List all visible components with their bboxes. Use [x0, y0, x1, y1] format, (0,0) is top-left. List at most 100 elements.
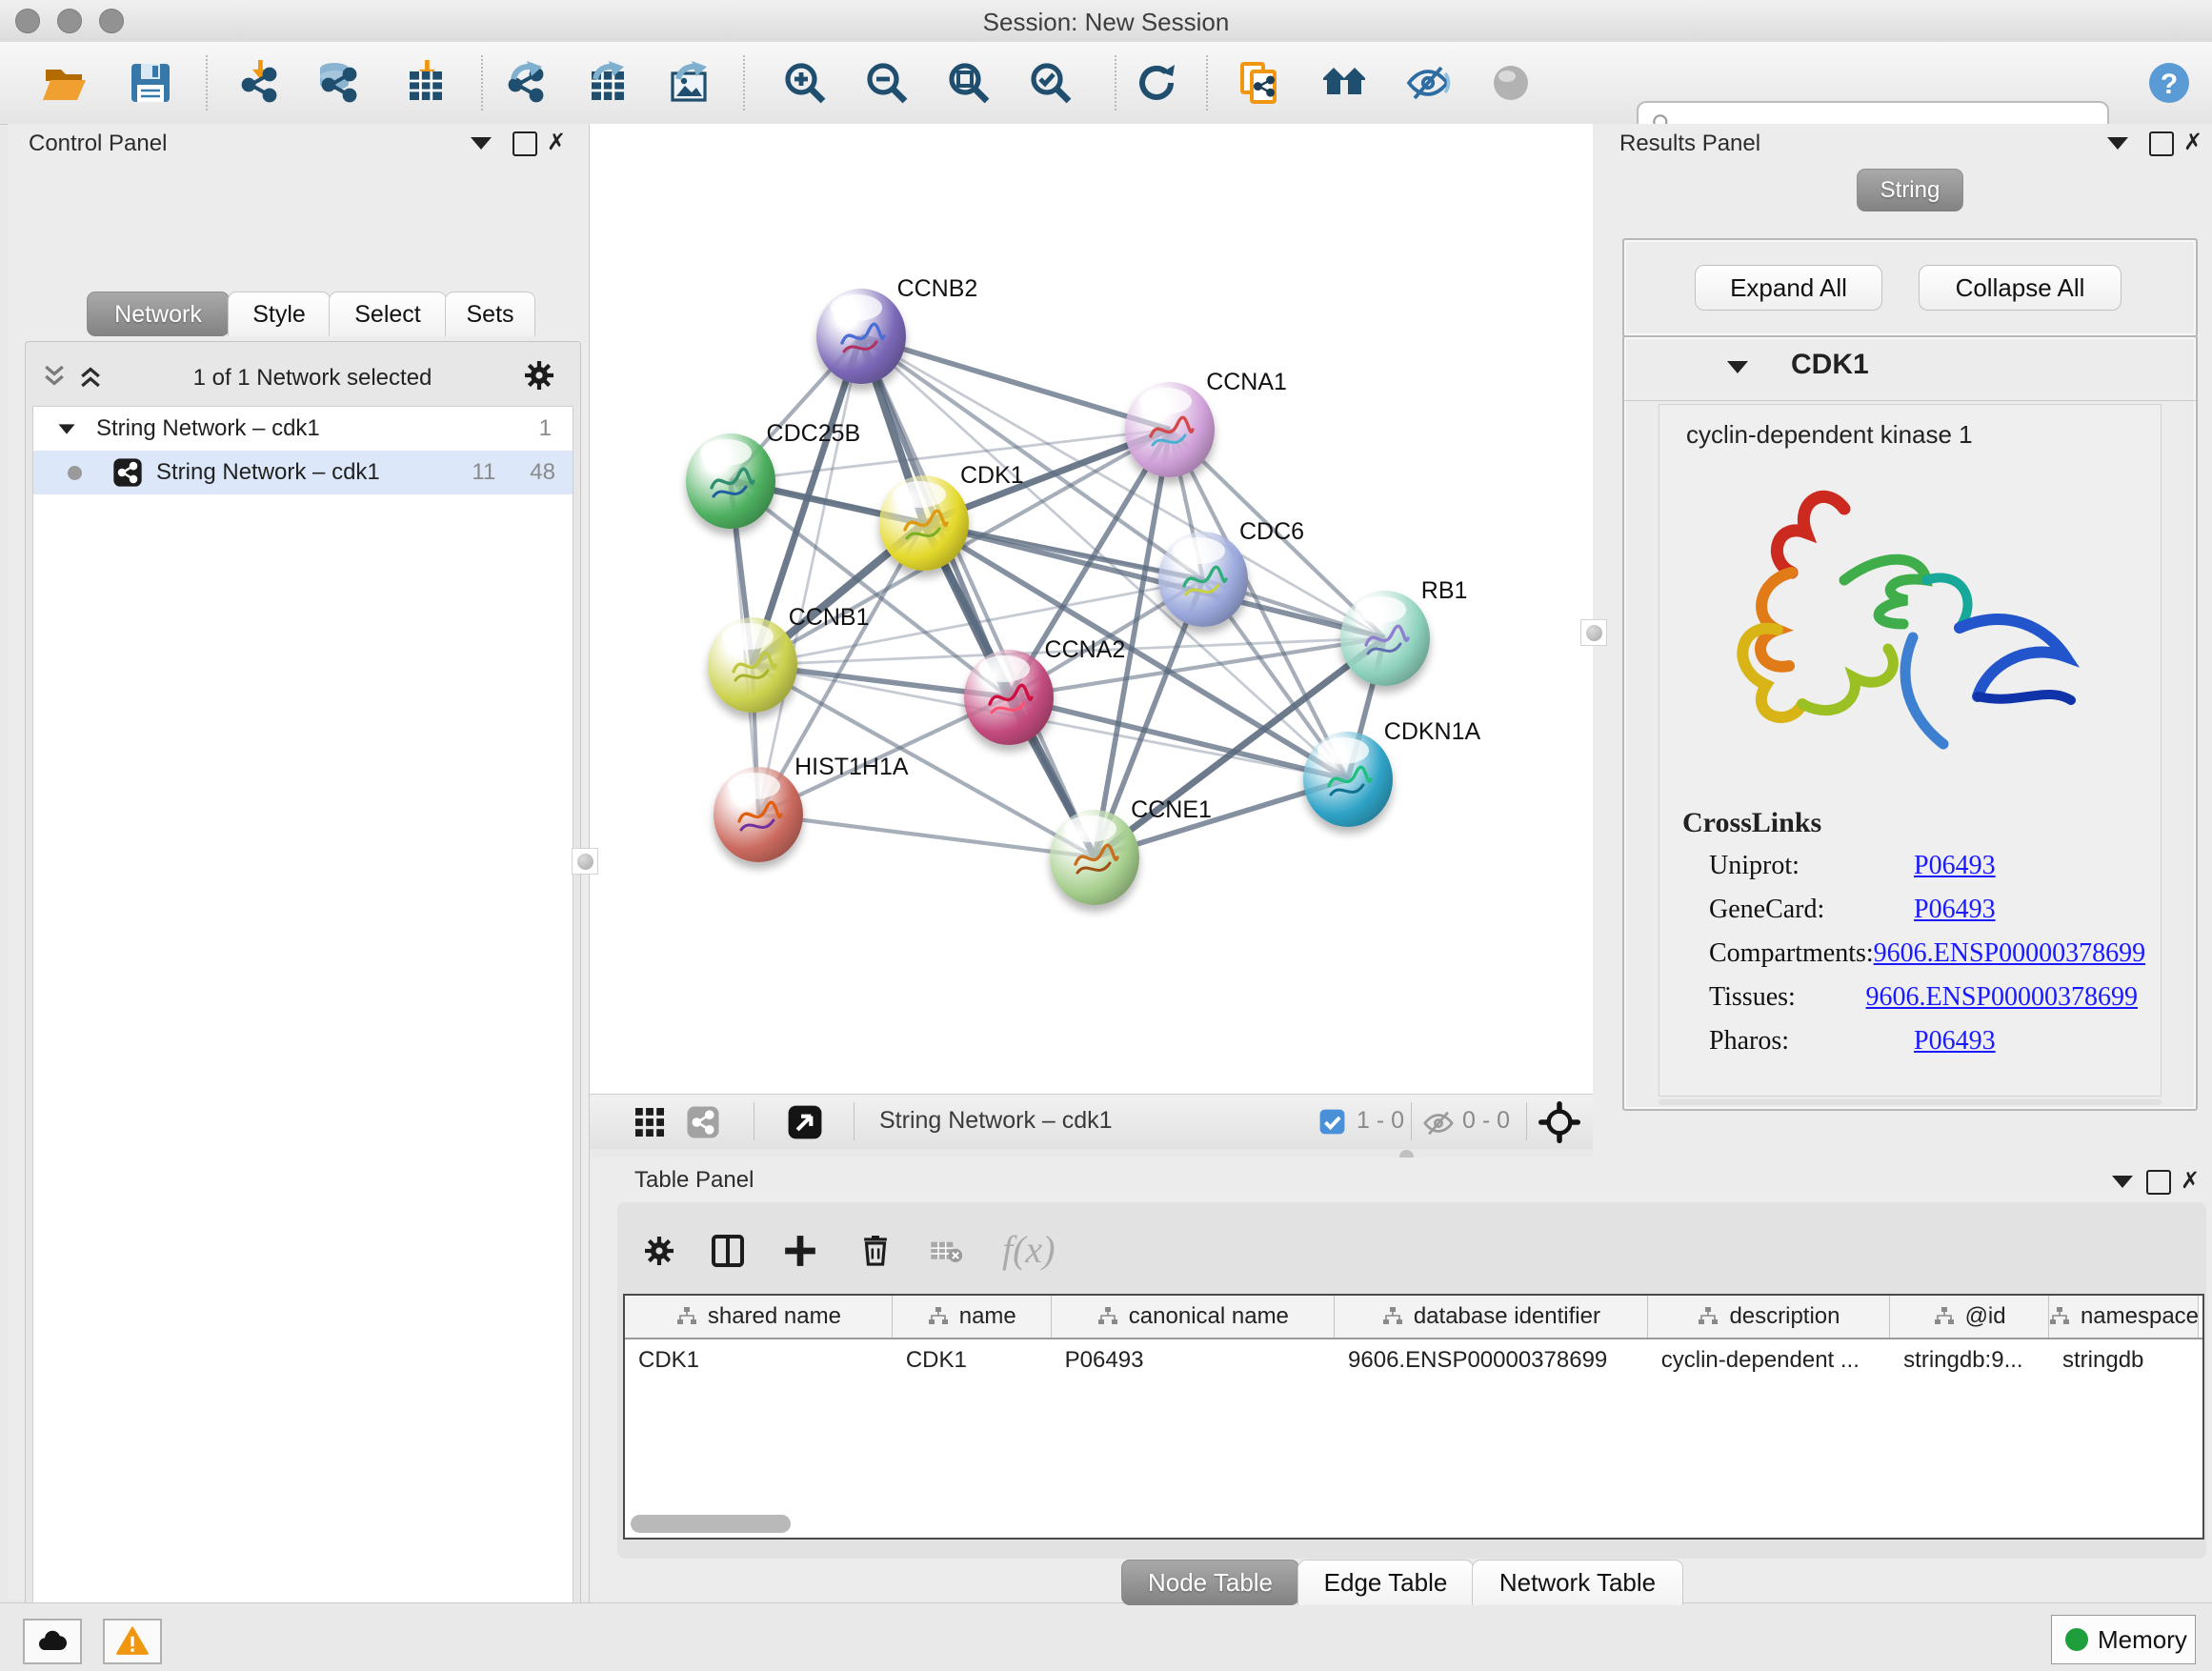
import-network-database-button[interactable]	[312, 56, 365, 110]
zoom-selected-button[interactable]	[1024, 56, 1077, 110]
crosslink-link[interactable]: 9606.ENSP00000378699	[1874, 938, 2145, 969]
attribute-type-icon	[675, 1305, 698, 1328]
tab-sets[interactable]: Sets	[445, 292, 535, 336]
node-CCNA1[interactable]	[1125, 382, 1215, 477]
table-cell[interactable]: P06493	[1052, 1339, 1335, 1381]
table-cell[interactable]: cyclin-dependent ...	[1648, 1339, 1890, 1381]
control-panel-float-button[interactable]	[471, 137, 492, 150]
node-CCNA2[interactable]	[964, 650, 1054, 745]
results-scrollbar[interactable]	[1659, 1099, 2162, 1105]
clone-network-icon	[1237, 60, 1282, 106]
crosslink-link[interactable]: 9606.ENSP00000378699	[1866, 982, 2138, 1013]
collection-expander-icon[interactable]	[58, 424, 74, 433]
application-window: Session: New Session ? Control Panel ✗ N…	[0, 0, 2212, 1671]
column-header--id[interactable]: @id	[1890, 1296, 2049, 1338]
node-HIST1H1A[interactable]	[714, 767, 803, 862]
collapse-all-button[interactable]: Collapse All	[1919, 265, 2122, 311]
column-header-description[interactable]: description	[1648, 1296, 1890, 1338]
table-panel-float-button[interactable]	[2112, 1176, 2133, 1188]
help-button[interactable]: ?	[2142, 56, 2196, 110]
protein-collapse-icon[interactable]	[1727, 361, 1748, 373]
table-cell[interactable]: 9606.ENSP00000378699	[1335, 1339, 1648, 1381]
birds-eye-view-icon[interactable]	[787, 1104, 823, 1140]
tab-select[interactable]: Select	[329, 292, 447, 336]
clone-network-button[interactable]	[1233, 56, 1286, 110]
export-network-button[interactable]	[498, 56, 552, 110]
table-cell[interactable]: stringdb:9...	[1890, 1339, 2049, 1381]
expand-all-chevron-icon[interactable]	[76, 362, 105, 391]
crosslink-link[interactable]: P06493	[1914, 1026, 1996, 1057]
cloud-status-button[interactable]	[23, 1619, 82, 1664]
delete-column-trash-icon[interactable]	[857, 1232, 894, 1268]
tab-node-table[interactable]: Node Table	[1121, 1560, 1299, 1605]
crosslink-row: GeneCard:P06493	[1709, 895, 2138, 938]
network-collection-row[interactable]: String Network – cdk1 1	[33, 407, 573, 451]
warning-status-button[interactable]	[103, 1619, 162, 1664]
fit-selected-crosshair-icon[interactable]	[1538, 1101, 1580, 1143]
results-panel-close-button[interactable]: ✗	[2183, 129, 2202, 156]
left-splitter-handle[interactable]	[572, 848, 598, 875]
node-RB1[interactable]	[1340, 591, 1430, 686]
column-header-database-identifier[interactable]: database identifier	[1335, 1296, 1648, 1338]
network-options-gear-icon[interactable]	[522, 358, 556, 393]
table-row[interactable]: CDK1CDK1P064939606.ENSP00000378699cyclin…	[625, 1339, 2202, 1381]
export-image-button[interactable]	[663, 56, 716, 110]
node-label-RB1: RB1	[1421, 577, 1468, 605]
network-label: String Network – cdk1	[156, 459, 380, 486]
node-CDC25B[interactable]	[686, 433, 775, 529]
table-h-scrollbar[interactable]	[631, 1515, 791, 1533]
control-panel-maximize-button[interactable]	[513, 131, 537, 156]
hide-selected-button[interactable]	[1401, 56, 1455, 110]
import-table-button[interactable]	[398, 56, 452, 110]
export-table-button[interactable]	[580, 56, 633, 110]
results-panel-float-button[interactable]	[2107, 137, 2128, 150]
table-panel-close-button[interactable]: ✗	[2181, 1167, 2200, 1195]
node-CCNE1[interactable]	[1050, 810, 1139, 905]
tab-network[interactable]: Network	[87, 292, 230, 336]
crosslink-link[interactable]: P06493	[1914, 851, 1996, 881]
node-CDC6[interactable]	[1158, 532, 1248, 627]
tab-string[interactable]: String	[1857, 169, 1963, 211]
tab-network-table[interactable]: Network Table	[1472, 1560, 1683, 1605]
table-options-gear-icon[interactable]	[642, 1234, 676, 1268]
table-panel-maximize-button[interactable]	[2146, 1170, 2171, 1195]
right-splitter-handle[interactable]	[1580, 619, 1607, 646]
add-column-icon[interactable]	[781, 1232, 819, 1270]
grid-view-icon[interactable]	[633, 1105, 667, 1139]
show-all-nodes-button[interactable]	[1317, 56, 1371, 110]
zoom-in-button[interactable]	[778, 56, 832, 110]
network-row-selected[interactable]: String Network – cdk1 11 48	[33, 451, 573, 494]
refresh-layout-button[interactable]	[1130, 56, 1183, 110]
node-CCNB1[interactable]	[708, 617, 797, 713]
open-session-button[interactable]	[38, 56, 91, 110]
import-network-file-button[interactable]	[231, 56, 285, 110]
protein-thumbnail-icon	[1175, 553, 1232, 610]
memory-button[interactable]: Memory	[2051, 1615, 2196, 1664]
control-panel-close-button[interactable]: ✗	[547, 129, 566, 156]
preview-disabled-button[interactable]	[1484, 56, 1538, 110]
show-columns-icon[interactable]	[709, 1232, 747, 1270]
table-cell[interactable]: CDK1	[893, 1339, 1052, 1381]
save-session-button[interactable]	[124, 56, 177, 110]
selected-checkbox-icon[interactable]	[1317, 1107, 1347, 1137]
zoom-fit-button[interactable]	[942, 56, 995, 110]
column-header-name[interactable]: name	[893, 1296, 1052, 1338]
collapse-all-chevron-icon[interactable]	[40, 362, 69, 391]
network-canvas[interactable]: CCNB2 CCNA1 CDC25B CDK1 CDC6 RB1	[589, 124, 1595, 1094]
string-view-icon[interactable]	[686, 1105, 720, 1139]
table-cell[interactable]: stringdb	[2049, 1339, 2199, 1381]
zoom-out-button[interactable]	[860, 56, 914, 110]
node-CDK1[interactable]	[879, 475, 969, 571]
column-header-canonical-name[interactable]: canonical name	[1052, 1296, 1335, 1338]
tab-style[interactable]: Style	[228, 292, 331, 336]
table-cell[interactable]: CDK1	[625, 1339, 893, 1381]
memory-label: Memory	[2098, 1625, 2187, 1655]
results-panel-maximize-button[interactable]	[2149, 131, 2174, 156]
node-CDKN1A[interactable]	[1303, 732, 1393, 827]
column-header-shared-name[interactable]: shared name	[625, 1296, 893, 1338]
expand-all-button[interactable]: Expand All	[1695, 265, 1882, 311]
tab-edge-table[interactable]: Edge Table	[1297, 1560, 1474, 1605]
crosslink-link[interactable]: P06493	[1914, 895, 1996, 925]
node-CCNB2[interactable]	[816, 289, 906, 384]
column-header-namespace[interactable]: namespace	[2049, 1296, 2199, 1338]
